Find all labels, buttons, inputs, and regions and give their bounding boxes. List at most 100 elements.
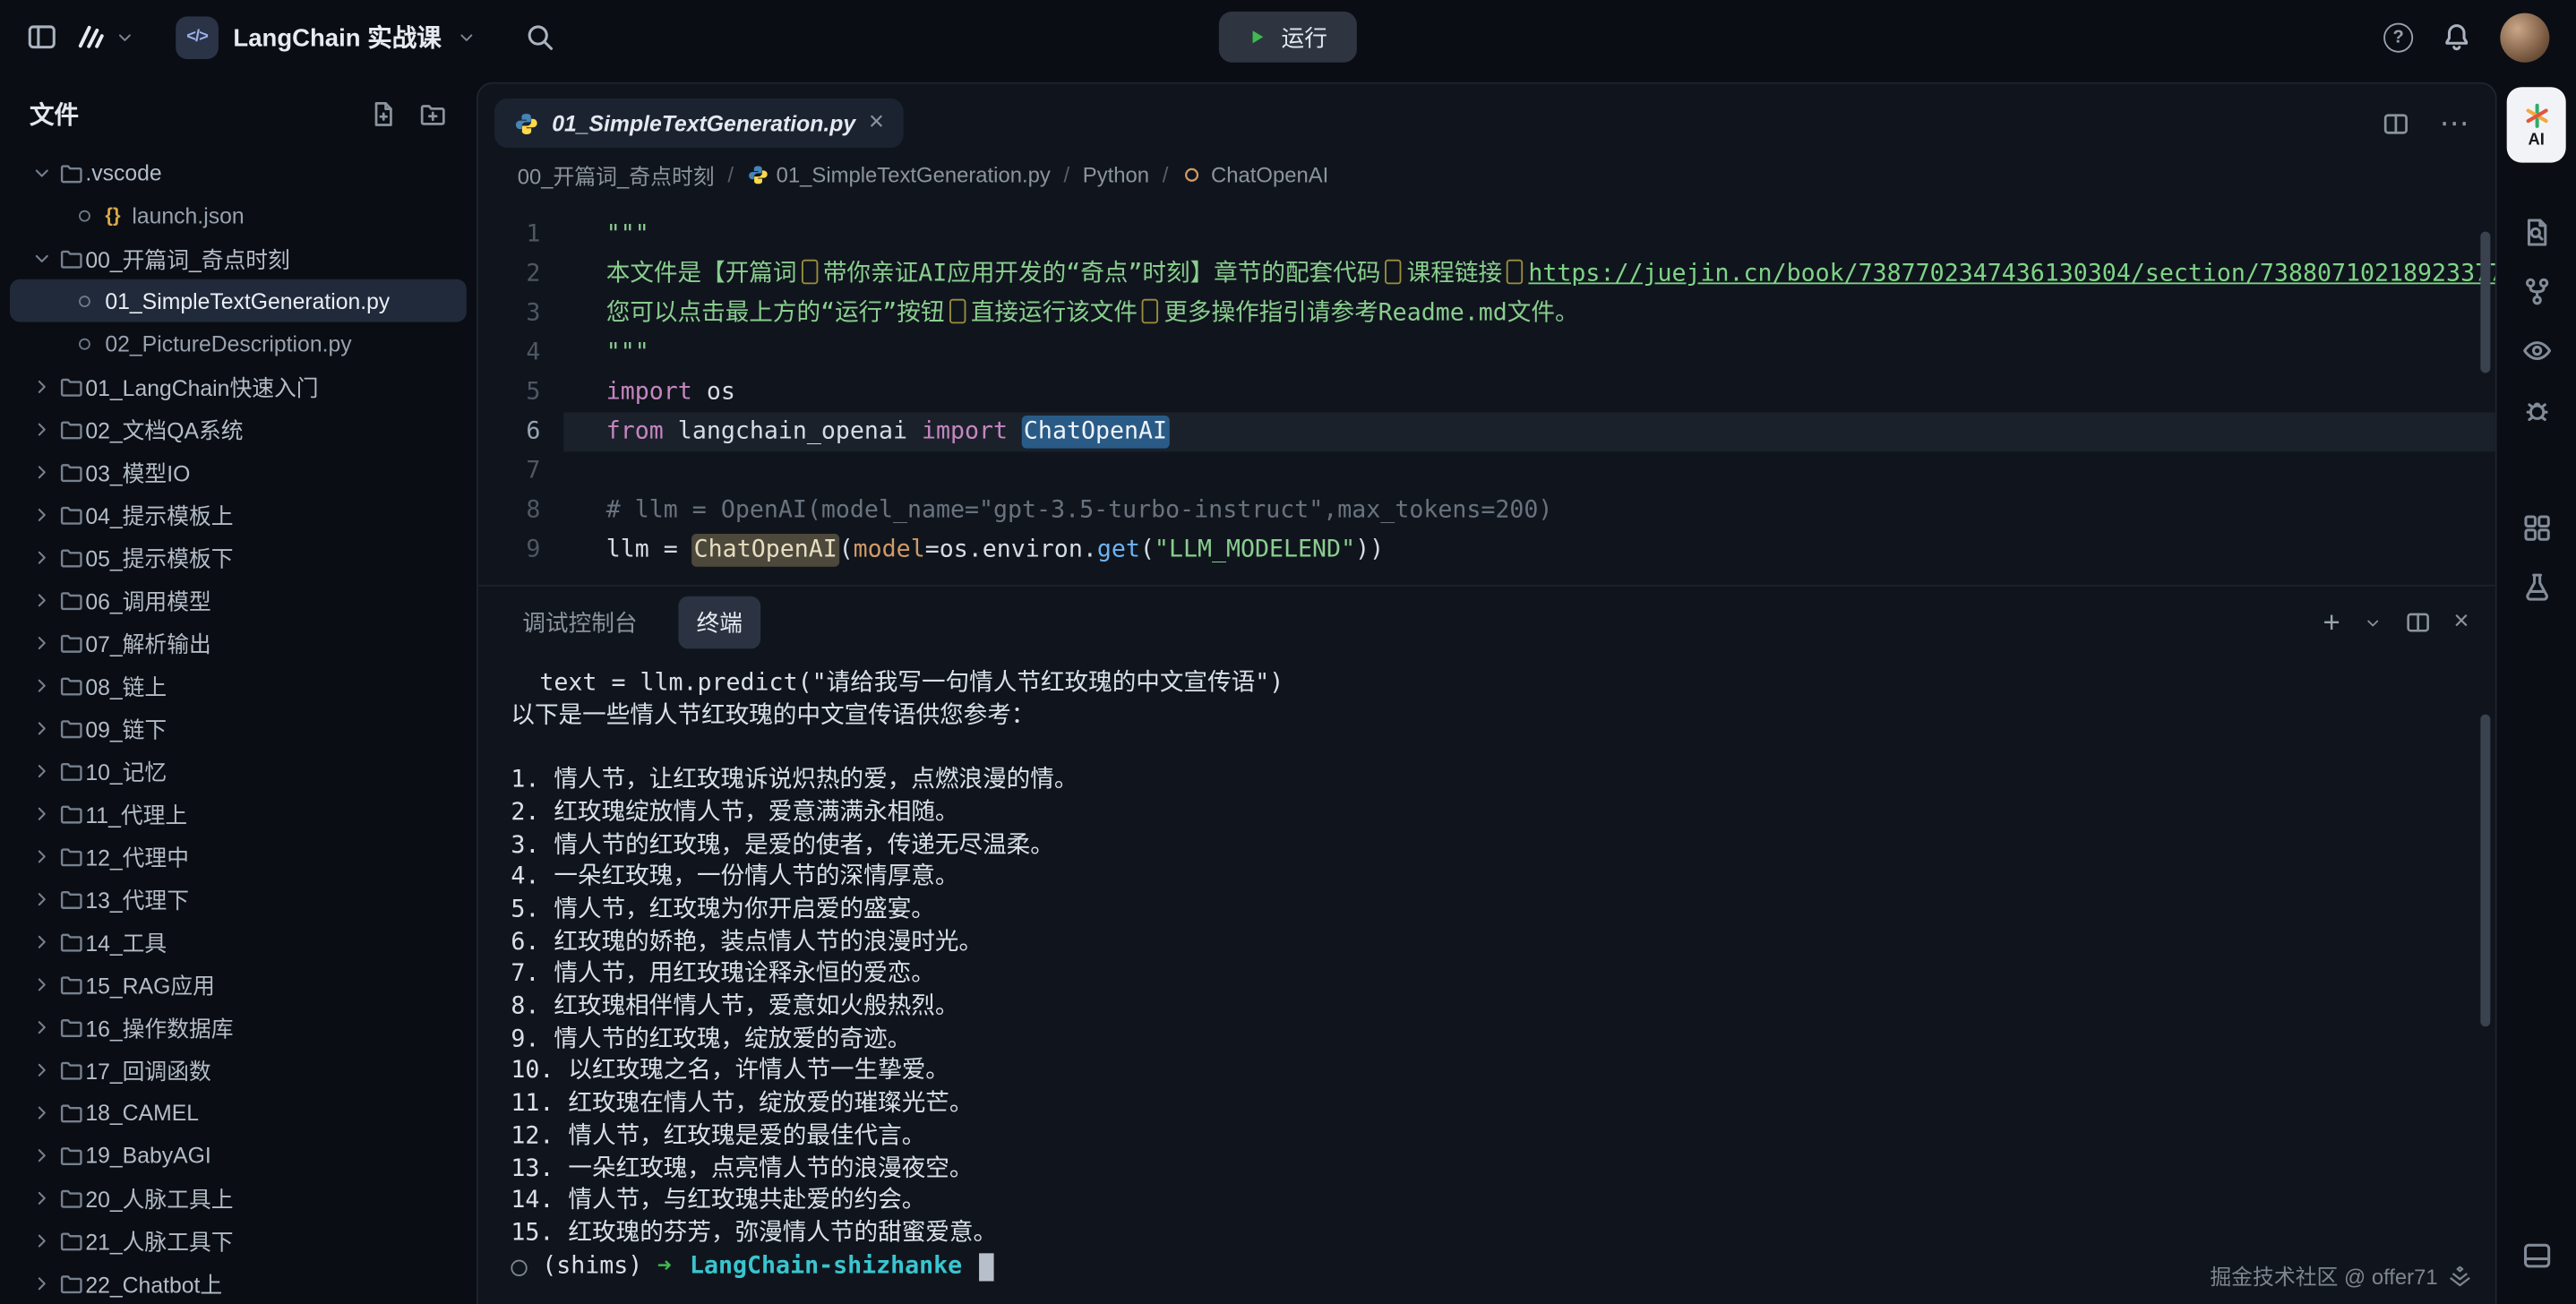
- tree-folder-21_人脉工具下[interactable]: 21_人脉工具下: [10, 1219, 467, 1262]
- ai-assistant-button[interactable]: AI: [2507, 87, 2566, 162]
- terminal-line: 4. 一朵红玫瑰，一份情人节的深情厚意。: [511, 862, 2462, 895]
- python-icon: [747, 163, 769, 184]
- file-tree: .vscode{}launch.json 00_开篇词_奇点时刻 01_Simple…: [0, 148, 477, 1304]
- tree-folder-05_提示模板下[interactable]: 05_提示模板下: [10, 536, 467, 579]
- code-line-7: [563, 451, 2495, 491]
- extensions-button[interactable]: [2503, 498, 2569, 557]
- tree-folder-02_文档QA系统[interactable]: 02_文档QA系统: [10, 408, 467, 450]
- panel-tab-调试控制台[interactable]: 调试控制台: [504, 596, 656, 649]
- json-braces-icon: {}: [105, 203, 120, 227]
- folder-icon: [56, 502, 85, 527]
- search-button[interactable]: [523, 21, 554, 53]
- watermark-text: 掘金技术社区 @ offer71: [2210, 1260, 2437, 1291]
- terminal-output[interactable]: text = llm.predict("请给我写一句情人节红玫瑰的中文宣传语")…: [478, 658, 2495, 1304]
- terminal-cursor: [979, 1254, 994, 1282]
- prompt-cwd: LangChain-shizhanke: [690, 1251, 962, 1283]
- notifications-button[interactable]: [2441, 21, 2472, 53]
- tree-folder-06_调用模型[interactable]: 06_调用模型: [10, 579, 467, 622]
- tree-folder-16_操作数据库[interactable]: 16_操作数据库: [10, 1005, 467, 1048]
- preview-icon: [2520, 334, 2552, 365]
- editor-scrollbar[interactable]: [2480, 232, 2490, 373]
- workspace-switcher[interactable]: LangChain 实战课: [176, 15, 476, 58]
- terminal-scrollbar[interactable]: [2480, 715, 2490, 1026]
- terminal-line: 5. 情人节，红玫瑰为你开启爱的盛宴。: [511, 895, 2462, 927]
- user-avatar[interactable]: [2500, 13, 2549, 62]
- git-fork-icon: [2520, 275, 2552, 306]
- tree-folder-01_LangChain快速入门[interactable]: 01_LangChain快速入门: [10, 365, 467, 408]
- tree-folder-14_工具[interactable]: 14_工具: [10, 920, 467, 963]
- editor-tab[interactable]: 01_SimpleTextGeneration.py: [494, 99, 904, 148]
- tree-folder-03_模型IO[interactable]: 03_模型IO: [10, 450, 467, 493]
- tree-file-02_PictureDescription.py[interactable]: 02_PictureDescription.py: [10, 322, 467, 365]
- breadcrumb-item[interactable]: Python: [1083, 162, 1149, 187]
- breadcrumb-item[interactable]: 01_SimpleTextGeneration.py: [747, 162, 1051, 187]
- breadcrumb-item[interactable]: ChatOpenAI: [1181, 162, 1328, 187]
- terminal-line: 6. 红玫瑰的娇艳，装点情人节的浪漫时光。: [511, 927, 2462, 959]
- tree-folder-11_代理上[interactable]: 11_代理上: [10, 792, 467, 835]
- tree-folder-15_RAG应用[interactable]: 15_RAG应用: [10, 963, 467, 1006]
- new-folder-icon: [419, 100, 447, 128]
- tree-item-label: 06_调用模型: [85, 583, 210, 616]
- tree-file-01_SimpleTextGeneration.py[interactable]: 01_SimpleTextGeneration.py: [10, 279, 467, 322]
- sidebar-toggle-button[interactable]: [26, 21, 57, 53]
- chevron-down-icon: [115, 27, 134, 47]
- split-terminal-button[interactable]: [2404, 609, 2430, 635]
- sidebar-title: 文件: [30, 97, 79, 132]
- tree-file-launch.json[interactable]: {}launch.json: [10, 193, 467, 236]
- terminal-line: 10. 以红玫瑰之名，许情人节一生挚爱。: [511, 1057, 2462, 1089]
- folder-icon: [56, 588, 85, 613]
- folder-icon: [56, 373, 85, 399]
- terminal-line: text = llm.predict("请给我写一句情人节红玫瑰的中文宣传语"): [511, 668, 2462, 700]
- breadcrumb-separator: /: [1163, 162, 1169, 187]
- folder-icon: [56, 844, 85, 869]
- tab-title: 01_SimpleTextGeneration.py: [552, 111, 855, 136]
- panel-tab-终端[interactable]: 终端: [678, 596, 760, 649]
- breadcrumb-item[interactable]: 00_开篇词_奇点时刻: [518, 159, 715, 190]
- close-panel-button[interactable]: [2453, 609, 2469, 635]
- git-fork-button[interactable]: [2503, 262, 2569, 321]
- file-search-button[interactable]: [2503, 202, 2569, 262]
- folder-icon: [56, 545, 85, 570]
- tree-folder-20_人脉工具上[interactable]: 20_人脉工具上: [10, 1176, 467, 1219]
- tree-folder-09_链下[interactable]: 09_链下: [10, 707, 467, 750]
- new-file-button[interactable]: [370, 100, 398, 128]
- app-logo[interactable]: [75, 21, 134, 53]
- tree-folder-13_代理下[interactable]: 13_代理下: [10, 877, 467, 920]
- tree-folder-.vscode[interactable]: .vscode: [10, 151, 467, 194]
- new-folder-button[interactable]: [419, 100, 447, 128]
- chevron-right-icon: [26, 1187, 56, 1208]
- terminal-dropdown-button[interactable]: [2363, 613, 2381, 631]
- debug-icon: [2520, 393, 2552, 425]
- split-editor-icon: [2382, 109, 2409, 137]
- tree-item-label: 00_开篇词_奇点时刻: [85, 242, 289, 275]
- tree-folder-04_提示模板上[interactable]: 04_提示模板上: [10, 493, 467, 536]
- api-test-button[interactable]: [2503, 557, 2569, 616]
- ide-app: LangChain 实战课 运行 文件: [0, 0, 2576, 1304]
- tree-folder-08_链上[interactable]: 08_链上: [10, 664, 467, 707]
- tree-item-label: 05_提示模板下: [85, 540, 233, 573]
- help-button[interactable]: [2383, 22, 2413, 52]
- more-actions-button[interactable]: [2439, 108, 2469, 138]
- code-editor[interactable]: 123456789 """本文件是【开篇词带你亲证AI应用开发的“奇点”时刻】章…: [478, 199, 2495, 585]
- tree-folder-10_记忆[interactable]: 10_记忆: [10, 749, 467, 792]
- new-terminal-button[interactable]: [2323, 608, 2340, 638]
- terminal-line: 13. 一朵红玫瑰，点亮情人节的浪漫夜空。: [511, 1154, 2462, 1186]
- sidebar-toggle-icon: [26, 21, 57, 53]
- tree-folder-07_解析输出[interactable]: 07_解析输出: [10, 621, 467, 664]
- split-editor-button[interactable]: [2382, 109, 2409, 137]
- debug-button[interactable]: [2503, 380, 2569, 439]
- folder-icon: [56, 160, 85, 185]
- tree-folder-12_代理中[interactable]: 12_代理中: [10, 835, 467, 878]
- tree-folder-17_回调函数[interactable]: 17_回调函数: [10, 1048, 467, 1091]
- chevron-right-icon: [26, 717, 56, 739]
- tree-folder-18_CAMEL[interactable]: 18_CAMEL: [10, 1091, 467, 1134]
- tab-close-icon[interactable]: [869, 108, 884, 138]
- sidebar: 文件 .vscode{}launch.json 00_开篇词_奇点时刻 01_Sim…: [0, 74, 477, 1304]
- run-button[interactable]: 运行: [1219, 12, 1357, 63]
- bottom-panel-button[interactable]: [2503, 1225, 2569, 1284]
- preview-button[interactable]: [2503, 321, 2569, 380]
- tree-folder-00_开篇词_奇点时刻[interactable]: 00_开篇词_奇点时刻: [10, 236, 467, 279]
- tree-folder-22_Chatbot上[interactable]: 22_Chatbot上: [10, 1262, 467, 1304]
- tree-folder-19_BabyAGI[interactable]: 19_BabyAGI: [10, 1133, 467, 1176]
- prompt-env: (shims): [542, 1251, 642, 1283]
